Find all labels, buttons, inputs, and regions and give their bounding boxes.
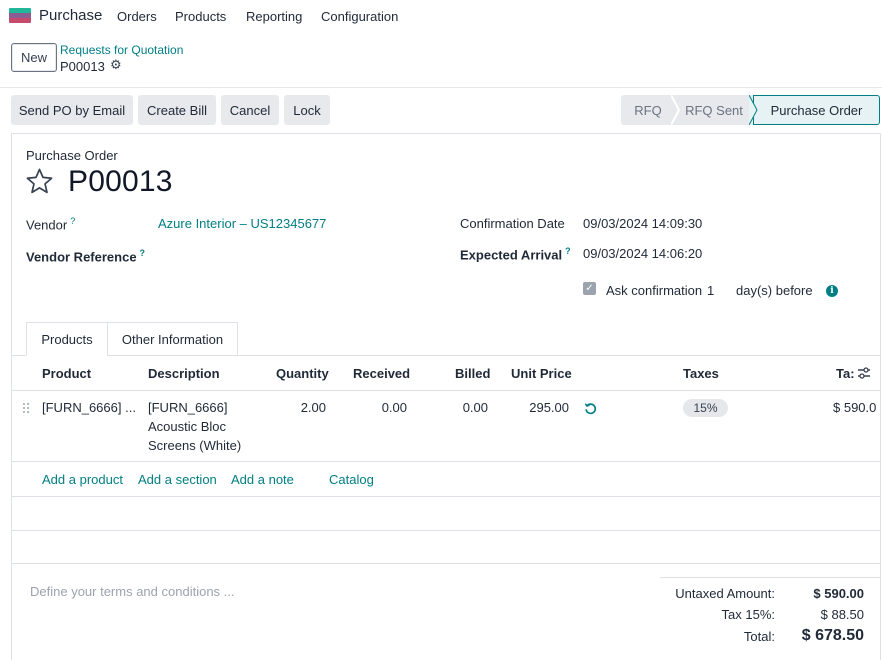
reset-price-icon[interactable] bbox=[584, 402, 597, 415]
stage-separator-icon bbox=[749, 95, 758, 125]
nav-products[interactable]: Products bbox=[175, 9, 226, 24]
row-divider bbox=[11, 461, 881, 462]
top-navbar: Purchase Orders Products Reporting Confi… bbox=[0, 0, 882, 33]
column-header-billed[interactable]: Billed bbox=[455, 366, 490, 381]
star-icon[interactable] bbox=[25, 167, 54, 196]
lock-button[interactable]: Lock bbox=[284, 95, 330, 125]
total-label: Total: bbox=[743, 629, 775, 644]
stage-rfq[interactable]: RFQ bbox=[621, 95, 675, 125]
status-bar: RFQ RFQ Sent Purchase Order bbox=[621, 95, 880, 125]
create-bill-button[interactable]: Create Bill bbox=[138, 95, 216, 125]
column-header-tax-excl[interactable]: Ta: bbox=[836, 366, 855, 381]
breadcrumb-current: P00013 bbox=[60, 59, 105, 74]
cell-quantity[interactable]: 2.00 bbox=[296, 398, 326, 417]
help-tooltip-icon[interactable]: ? bbox=[140, 248, 146, 258]
help-tooltip-icon[interactable]: ? bbox=[565, 246, 571, 256]
tax-badge[interactable]: 15% bbox=[683, 399, 728, 417]
terms-and-conditions-field[interactable]: Define your terms and conditions ... bbox=[30, 584, 235, 599]
ask-confirmation-checkbox[interactable]: ✓ bbox=[583, 282, 596, 295]
column-header-quantity[interactable]: Quantity bbox=[276, 366, 329, 381]
row-divider bbox=[11, 390, 881, 391]
confirmation-date-label: Confirmation Date bbox=[460, 216, 565, 231]
send-po-by-email-button[interactable]: Send PO by Email bbox=[11, 95, 133, 125]
column-header-received[interactable]: Received bbox=[353, 366, 410, 381]
column-settings-icon[interactable] bbox=[857, 366, 871, 380]
document-name: P00013 bbox=[68, 165, 173, 198]
tax-label: Tax 15%: bbox=[721, 607, 775, 622]
nav-configuration[interactable]: Configuration bbox=[321, 9, 398, 24]
add-product-link[interactable]: Add a product bbox=[42, 472, 123, 487]
cell-description-line-1[interactable]: [FURN_6666] bbox=[148, 398, 227, 417]
stage-separator-icon bbox=[671, 95, 681, 125]
nav-reporting[interactable]: Reporting bbox=[246, 9, 302, 24]
vendor-reference-label: Vendor Reference? bbox=[26, 248, 146, 265]
nav-orders[interactable]: Orders bbox=[117, 9, 157, 24]
tab-other-information[interactable]: Other Information bbox=[107, 322, 238, 356]
new-button[interactable]: New bbox=[11, 43, 57, 72]
cell-product[interactable]: [FURN_6666] ... bbox=[42, 398, 136, 417]
row-divider bbox=[11, 530, 881, 531]
add-note-link[interactable]: Add a note bbox=[231, 472, 294, 487]
tab-products[interactable]: Products bbox=[26, 322, 108, 356]
vendor-label: Vendor? bbox=[26, 216, 76, 233]
days-before-label: day(s) before bbox=[736, 283, 813, 298]
column-header-unit-price[interactable]: Unit Price bbox=[511, 366, 572, 381]
cell-description-line-2[interactable]: Acoustic Bloc bbox=[148, 417, 226, 436]
tax-value: $ 88.50 bbox=[820, 607, 864, 622]
cell-received[interactable]: 0.00 bbox=[377, 398, 407, 417]
stage-rfq-sent[interactable]: RFQ Sent bbox=[675, 95, 753, 125]
ask-confirmation-days-field[interactable]: 1 bbox=[707, 283, 714, 298]
column-header-taxes[interactable]: Taxes bbox=[683, 366, 719, 381]
cell-billed[interactable]: 0.00 bbox=[458, 398, 488, 417]
cell-subtotal: $ 590.0 bbox=[833, 400, 877, 415]
vendor-field[interactable]: Azure Interior – US12345677 bbox=[158, 216, 326, 231]
column-header-description[interactable]: Description bbox=[148, 366, 220, 381]
help-tooltip-icon[interactable]: ? bbox=[70, 216, 75, 226]
info-icon[interactable]: i bbox=[826, 285, 838, 297]
row-divider bbox=[11, 563, 881, 564]
add-section-link[interactable]: Add a section bbox=[138, 472, 217, 487]
drag-handle-icon[interactable] bbox=[22, 402, 30, 414]
row-divider bbox=[11, 496, 881, 497]
totals-divider bbox=[660, 577, 881, 578]
divider bbox=[0, 87, 882, 88]
stage-purchase-order[interactable]: Purchase Order bbox=[753, 95, 880, 125]
column-header-product[interactable]: Product bbox=[42, 366, 91, 381]
document-type: Purchase Order bbox=[26, 148, 118, 163]
untaxed-amount-label: Untaxed Amount: bbox=[675, 586, 775, 601]
expected-arrival-label: Expected Arrival? bbox=[460, 246, 571, 263]
gear-icon[interactable]: ⚙ bbox=[110, 58, 124, 72]
total-value: $ 678.50 bbox=[801, 627, 864, 644]
cancel-button[interactable]: Cancel bbox=[221, 95, 279, 125]
purchase-app-icon[interactable] bbox=[9, 8, 31, 23]
app-name[interactable]: Purchase bbox=[39, 7, 102, 24]
form-sheet bbox=[11, 133, 881, 660]
breadcrumb-parent[interactable]: Requests for Quotation bbox=[60, 43, 183, 57]
confirmation-date-field[interactable]: 09/03/2024 14:09:30 bbox=[583, 216, 702, 231]
expected-arrival-field[interactable]: 09/03/2024 14:06:20 bbox=[583, 246, 702, 261]
cell-unit-price[interactable]: 295.00 bbox=[519, 398, 569, 417]
catalog-link[interactable]: Catalog bbox=[329, 472, 374, 487]
ask-confirmation-label: Ask confirmation bbox=[606, 283, 703, 298]
untaxed-amount-value: $ 590.00 bbox=[813, 586, 864, 601]
cell-description-line-3[interactable]: Screens (White) bbox=[148, 436, 241, 455]
